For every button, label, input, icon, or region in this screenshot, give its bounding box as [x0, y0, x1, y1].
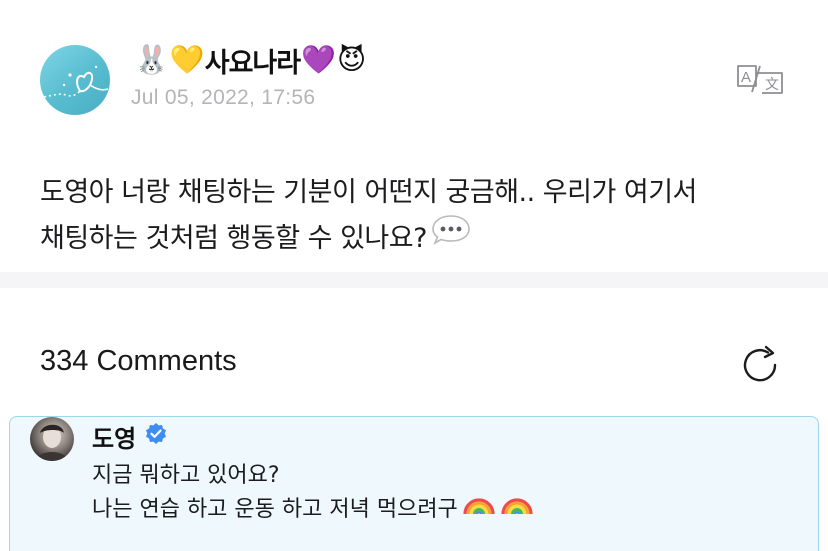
post-date: Jul 05, 2022, 17:56 [131, 86, 316, 109]
comment-card[interactable]: 도영 지금 뭐하고 있어요? 나는 연습 하고 운동 하고 저녁 먹으려구 [9, 416, 819, 551]
devil-emoji: 😈 [337, 43, 366, 76]
profile-photo [36, 424, 68, 461]
post-body: 도영아 너랑 채팅하는 기분이 어떤지 궁금해.. 우리가 여기서 채팅하는 것… [40, 170, 800, 262]
comment-line-text: 나는 연습 하고 운동 하고 저녁 먹으려구 [92, 497, 458, 522]
verified-badge-icon [144, 422, 168, 452]
heart-doodle-icon [43, 65, 109, 98]
speech-bubble-icon [431, 212, 471, 261]
commenter-name: 도영 [92, 425, 137, 453]
section-divider [0, 272, 828, 288]
author-name-line[interactable]: 🐰 💛 사요나라 💜 😈 [133, 42, 366, 79]
author-name: 사요나라 [204, 47, 301, 79]
purple-heart-emoji: 💜 [301, 43, 336, 76]
post-header: 🐰 💛 사요나라 💜 😈 Jul 05, 2022, 17:56 A 文 [0, 0, 828, 150]
commenter-avatar[interactable] [30, 417, 74, 461]
translate-icon: A 文 [737, 65, 783, 94]
yellow-heart-emoji: 💛 [169, 43, 205, 76]
author-avatar[interactable] [40, 45, 110, 115]
post-body-line: 도영아 너랑 채팅하는 기분이 어떤지 궁금해.. 우리가 여기서 [40, 177, 697, 208]
comment-line-2: 나는 연습 하고 운동 하고 저녁 먹으려구 [92, 493, 534, 527]
rainbow-icon [462, 488, 496, 527]
refresh-icon [743, 345, 777, 382]
comments-count-title: 334 Comments [40, 345, 237, 377]
post-body-line-text: 채팅하는 것처럼 행동할 수 있나요? [40, 223, 427, 254]
commenter-name-line[interactable]: 도영 [92, 419, 168, 454]
comment-text: 지금 뭐하고 있어요? 나는 연습 하고 운동 하고 저녁 먹으려구 [92, 459, 534, 527]
rainbow-icon [500, 488, 534, 527]
rabbit-emoji: 🐰 [134, 43, 169, 76]
translate-button[interactable]: A 文 [734, 62, 786, 96]
refresh-button[interactable] [740, 344, 782, 386]
post-body-line-2: 채팅하는 것처럼 행동할 수 있나요? [40, 215, 800, 262]
svg-text:A: A [741, 69, 751, 86]
svg-text:文: 文 [765, 77, 779, 93]
